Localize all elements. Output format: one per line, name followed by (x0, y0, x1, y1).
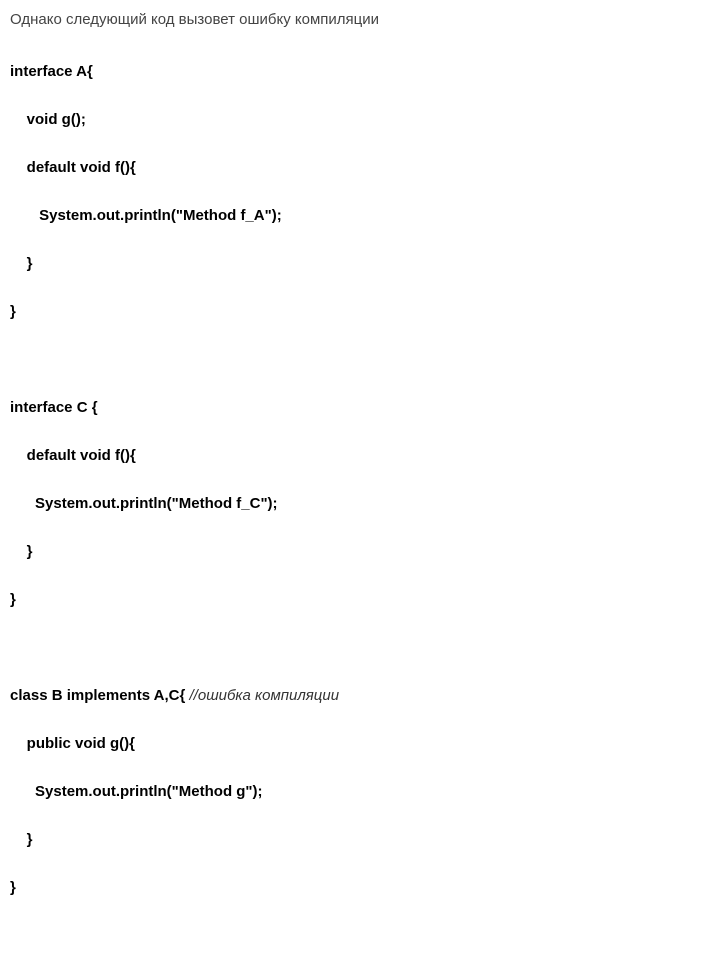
code-line: } (10, 828, 710, 852)
code-line: public void g(){ (10, 732, 710, 756)
code-comment: //ошибка компиляции (190, 687, 340, 704)
code-line: } (10, 252, 710, 276)
code-block: interface A{ void g(); default void f(){… (10, 36, 710, 948)
code-line: interface C { (10, 396, 710, 420)
blank-line (10, 636, 710, 660)
code-line: } (10, 876, 710, 900)
code-line: void g(); (10, 108, 710, 132)
blank-line (10, 348, 710, 372)
code-line: interface A{ (10, 60, 710, 84)
code-line: class B implements A,C{ //ошибка компиля… (10, 684, 710, 708)
code-line: System.out.println("Method f_A"); (10, 204, 710, 228)
code-line: default void f(){ (10, 156, 710, 180)
code-line: System.out.println("Method f_C"); (10, 492, 710, 516)
code-text: class B implements A,C{ (10, 687, 190, 704)
code-line: } (10, 588, 710, 612)
code-line: default void f(){ (10, 444, 710, 468)
code-line: System.out.println("Method g"); (10, 780, 710, 804)
intro-text: Однако следующий код вызовет ошибку комп… (10, 8, 710, 32)
code-line: } (10, 540, 710, 564)
code-line: } (10, 300, 710, 324)
document-page: Однако следующий код вызовет ошибку комп… (0, 0, 720, 958)
